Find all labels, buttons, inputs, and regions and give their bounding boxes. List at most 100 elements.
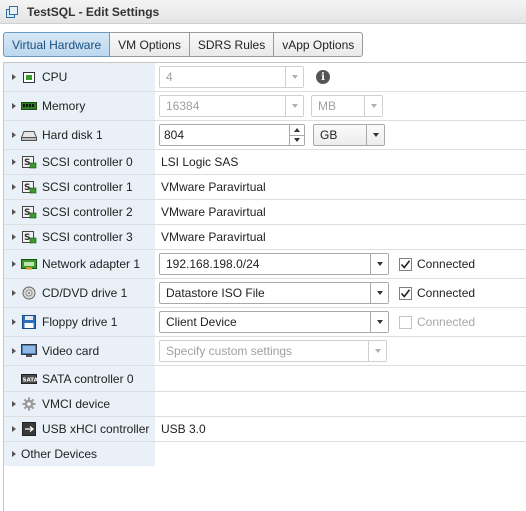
floppy-source-select[interactable]: Client Device bbox=[159, 311, 389, 333]
checkmark-icon bbox=[399, 257, 412, 271]
expand-floppy-icon[interactable] bbox=[7, 308, 21, 336]
hw-row-scsi-controller-3: S SCSI controller 3 VMware Paravirtual bbox=[4, 225, 526, 250]
hw-label-network-adapter-1: Network adapter 1 bbox=[42, 257, 141, 271]
monitor-icon bbox=[21, 344, 37, 358]
window-title: TestSQL - Edit Settings bbox=[27, 4, 160, 19]
expand-usb-icon[interactable] bbox=[7, 417, 21, 441]
hw-row-cpu: CPU 4 i bbox=[4, 63, 526, 92]
scsi-controller-icon: S bbox=[21, 205, 37, 219]
hw-label-floppy-drive-1: Floppy drive 1 bbox=[42, 315, 118, 329]
network-adapter-icon bbox=[21, 257, 37, 271]
memory-unit-select[interactable]: MB bbox=[311, 95, 383, 117]
hw-label-hard-disk-1: Hard disk 1 bbox=[42, 128, 103, 142]
hw-row-hard-disk-1: Hard disk 1 804 GB bbox=[4, 121, 526, 150]
expand-network-adapter-icon[interactable] bbox=[7, 250, 21, 278]
hw-label-scsi-2: SCSI controller 2 bbox=[42, 205, 133, 219]
network-select[interactable]: 192.168.198.0/24 bbox=[159, 253, 389, 275]
hw-row-vmci-device: VMCI device bbox=[4, 392, 526, 417]
increment-icon[interactable] bbox=[290, 125, 304, 136]
floppy-connected-checkbox[interactable]: Connected bbox=[399, 315, 475, 329]
cpu-count-select[interactable]: 4 bbox=[159, 66, 304, 88]
hw-row-memory: Memory 16384 MB bbox=[4, 92, 526, 121]
chevron-down-icon bbox=[364, 96, 382, 116]
expand-video-card-icon[interactable] bbox=[7, 337, 21, 365]
svg-text:S: S bbox=[24, 158, 30, 168]
hw-row-cd-dvd-drive-1: CD/DVD drive 1 Datastore ISO File Connec… bbox=[4, 279, 526, 308]
chevron-down-icon bbox=[370, 312, 388, 332]
chevron-down-icon bbox=[370, 283, 388, 303]
tab-sdrs-rules[interactable]: SDRS Rules bbox=[188, 32, 275, 57]
hw-label-scsi-0: SCSI controller 0 bbox=[42, 155, 133, 169]
expand-hard-disk-icon[interactable] bbox=[7, 121, 21, 149]
usb-version: USB 3.0 bbox=[161, 422, 206, 436]
cd-dvd-source-select[interactable]: Datastore ISO File bbox=[159, 282, 389, 304]
tab-vm-options[interactable]: VM Options bbox=[109, 32, 190, 57]
network-connected-checkbox[interactable]: Connected bbox=[399, 257, 475, 271]
expand-scsi-3-icon[interactable] bbox=[7, 225, 21, 249]
video-card-settings-select[interactable]: Specify custom settings bbox=[159, 340, 387, 362]
svg-text:S: S bbox=[24, 183, 30, 193]
gear-icon bbox=[21, 397, 37, 411]
hw-row-usb-xhci-controller: USB xHCI controller USB 3.0 bbox=[4, 417, 526, 442]
expand-vmci-icon[interactable] bbox=[7, 392, 21, 416]
hw-label-cd-dvd-drive-1: CD/DVD drive 1 bbox=[42, 286, 128, 300]
hw-row-scsi-controller-1: S SCSI controller 1 VMware Paravirtual bbox=[4, 175, 526, 200]
cd-dvd-icon bbox=[21, 286, 37, 300]
chevron-down-icon bbox=[285, 67, 303, 87]
hard-disk-icon bbox=[21, 128, 37, 142]
disk-size-stepper[interactable]: 804 bbox=[159, 124, 305, 146]
hw-row-floppy-drive-1: Floppy drive 1 Client Device Connected bbox=[4, 308, 526, 337]
chevron-down-icon bbox=[370, 254, 388, 274]
svg-text:SATA: SATA bbox=[23, 377, 38, 383]
hw-label-usb-xhci-controller: USB xHCI controller bbox=[42, 422, 150, 436]
expand-scsi-2-icon[interactable] bbox=[7, 200, 21, 224]
hw-row-scsi-controller-0: S SCSI controller 0 LSI Logic SAS bbox=[4, 150, 526, 175]
hw-row-scsi-controller-2: S SCSI controller 2 VMware Paravirtual bbox=[4, 200, 526, 225]
info-icon[interactable]: i bbox=[316, 70, 330, 84]
hw-label-memory: Memory bbox=[42, 99, 86, 113]
scsi-0-type: LSI Logic SAS bbox=[161, 155, 239, 169]
expand-other-devices-icon[interactable] bbox=[7, 442, 21, 466]
cpu-icon bbox=[21, 70, 37, 84]
checkmark-icon bbox=[399, 286, 412, 300]
window-titlebar: TestSQL - Edit Settings bbox=[0, 0, 526, 24]
disk-unit-select[interactable]: GB bbox=[313, 124, 385, 146]
svg-text:S: S bbox=[24, 208, 30, 218]
expand-memory-icon[interactable] bbox=[7, 92, 21, 120]
hw-label-scsi-1: SCSI controller 1 bbox=[42, 180, 133, 194]
scsi-2-type: VMware Paravirtual bbox=[161, 205, 266, 219]
sata-controller-icon: SATA bbox=[21, 372, 37, 386]
svg-text:S: S bbox=[24, 233, 30, 243]
scsi-3-type: VMware Paravirtual bbox=[161, 230, 266, 244]
hw-label-video-card: Video card bbox=[42, 344, 100, 358]
decrement-icon[interactable] bbox=[290, 136, 304, 146]
hw-row-network-adapter-1: Network adapter 1 192.168.198.0/24 Conne… bbox=[4, 250, 526, 279]
memory-icon bbox=[21, 99, 37, 113]
memory-size-select[interactable]: 16384 bbox=[159, 95, 304, 117]
scsi-controller-icon: S bbox=[21, 180, 37, 194]
hw-label-scsi-3: SCSI controller 3 bbox=[42, 230, 133, 244]
hw-label-vmci-device: VMCI device bbox=[42, 397, 111, 411]
hw-row-other-devices: Other Devices bbox=[4, 442, 526, 466]
cd-dvd-connected-checkbox[interactable]: Connected bbox=[399, 286, 475, 300]
hw-label-cpu: CPU bbox=[42, 70, 68, 84]
floppy-icon bbox=[21, 315, 37, 329]
expand-scsi-1-icon[interactable] bbox=[7, 175, 21, 199]
hw-label-other-devices: Other Devices bbox=[21, 447, 98, 461]
hw-row-video-card: Video card Specify custom settings bbox=[4, 337, 526, 366]
expand-cd-dvd-icon[interactable] bbox=[7, 279, 21, 307]
expand-cpu-icon[interactable] bbox=[7, 63, 21, 91]
scsi-controller-icon: S bbox=[21, 230, 37, 244]
scsi-controller-icon: S bbox=[21, 155, 37, 169]
chevron-down-icon bbox=[366, 125, 384, 145]
chevron-down-icon bbox=[285, 96, 303, 116]
tab-vapp-options[interactable]: vApp Options bbox=[273, 32, 364, 57]
expand-scsi-0-icon[interactable] bbox=[7, 150, 21, 174]
vm-icon bbox=[5, 5, 19, 19]
hw-row-sata-controller-0: SATA SATA controller 0 bbox=[4, 366, 526, 392]
settings-tabs: Virtual Hardware VM Options SDRS Rules v… bbox=[3, 32, 364, 57]
scsi-1-type: VMware Paravirtual bbox=[161, 180, 266, 194]
tab-virtual-hardware[interactable]: Virtual Hardware bbox=[3, 32, 111, 57]
chevron-down-icon bbox=[368, 341, 386, 361]
virtual-hardware-panel: CPU 4 i Memory 16384 MB Hard disk 1 804 … bbox=[3, 62, 526, 511]
